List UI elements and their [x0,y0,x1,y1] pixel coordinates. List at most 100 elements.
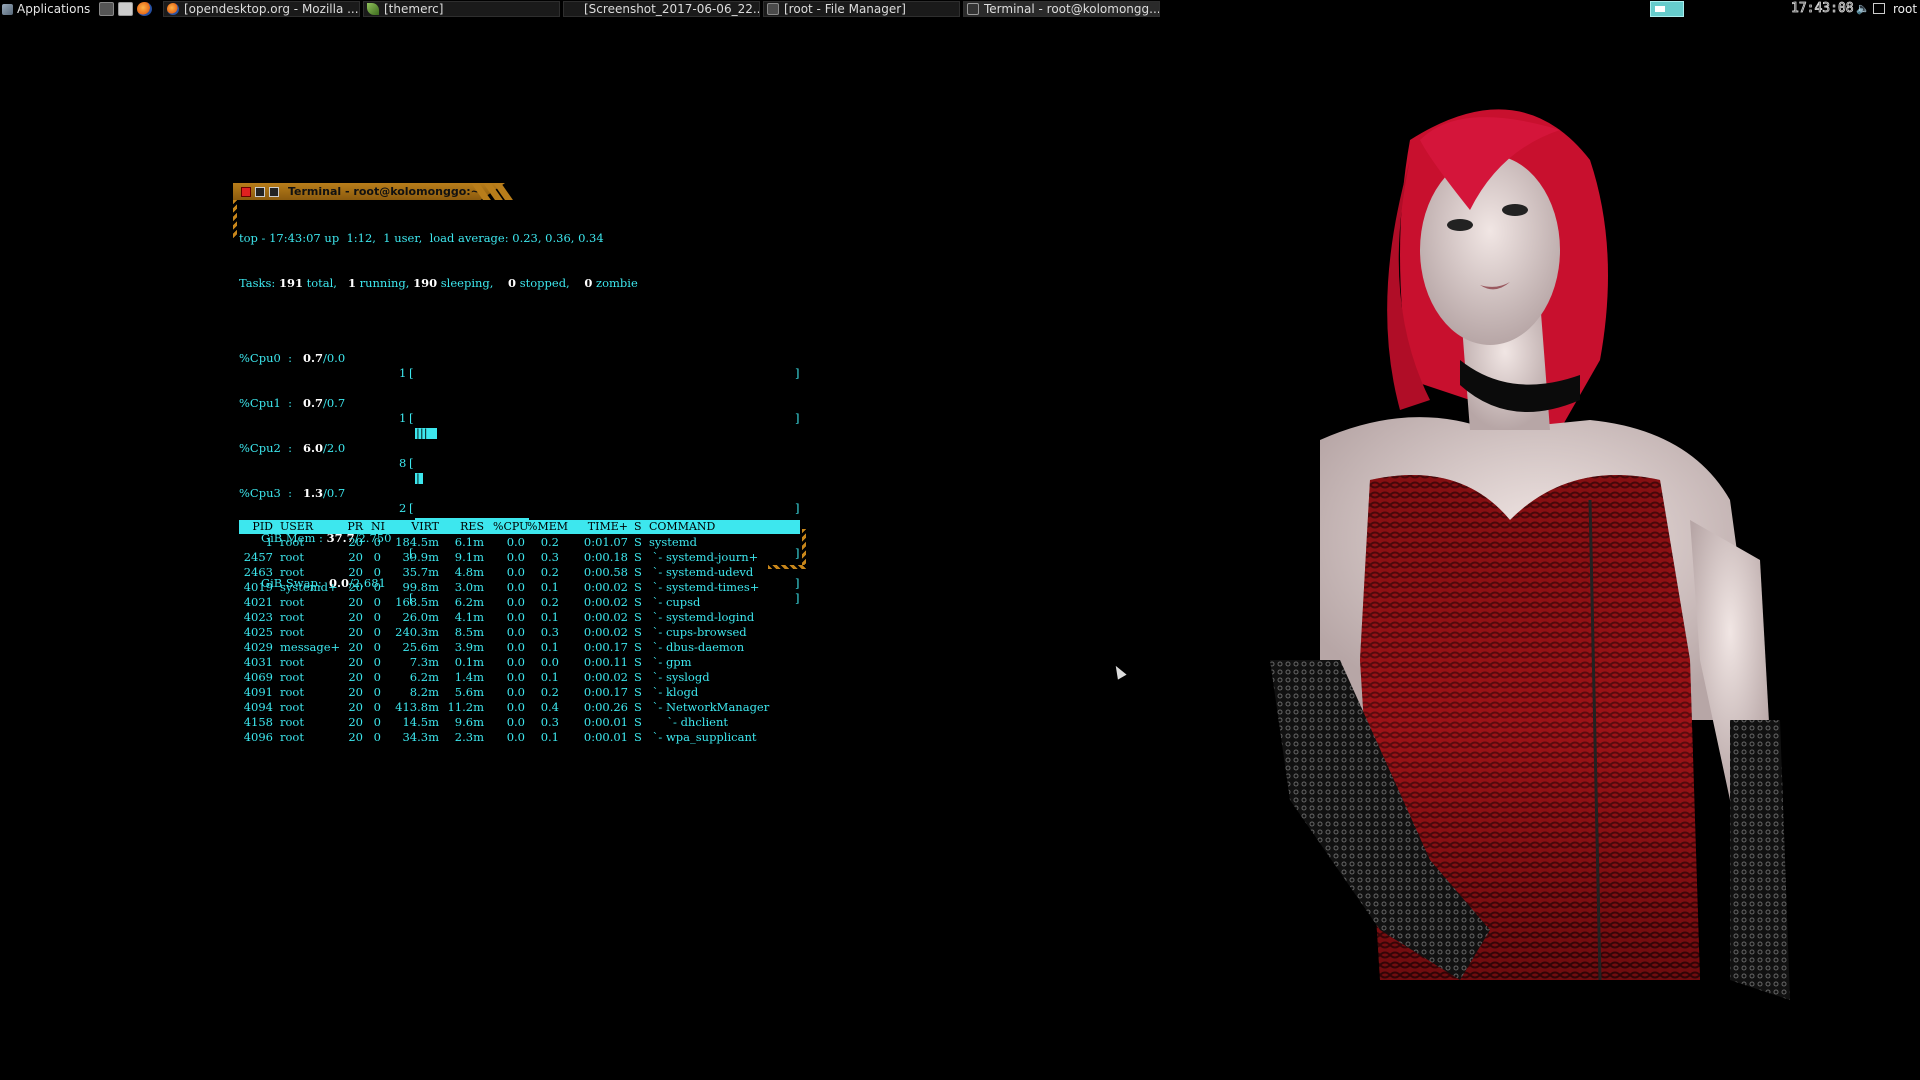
process-cmd: `- systemd-udevd [649,565,754,579]
process-virt: 7.3m [409,655,439,669]
maximize-button[interactable] [255,187,265,197]
terminal-window[interactable]: Terminal - root@kolomonggo:~ top - 17:43… [233,183,806,744]
process-user: root [280,670,304,684]
process-res: 6.2m [454,595,484,609]
process-user: root [280,565,304,579]
table-row[interactable]: 4096 root 20 0 34.3m 2.3m 0.0 0.1 0:00.01 S `- wp… [239,730,800,745]
process-cpu: 0.0 [506,610,525,624]
table-row[interactable]: 4021 root 20 0 168.5m 6.2m 0.0 0.2 0:00.02 S `- c… [239,595,800,610]
process-s: S [634,625,642,639]
table-row[interactable]: 4025 root 20 0 240.3m 8.5m 0.0 0.3 0:00.02 S `- c… [239,625,800,640]
column-header-pr: PR [347,520,363,533]
network-icon[interactable] [1873,3,1885,14]
firefox-icon[interactable] [137,2,152,16]
process-cpu: 0.0 [506,535,525,549]
table-row[interactable]: 4031 root 20 0 7.3m 0.1m 0.0 0.0 0:00.11 S `- gpm [239,655,800,670]
process-cmd: `- systemd-journ+ [649,550,759,564]
process-user: root [280,535,304,549]
process-mem: 0.1 [540,640,559,654]
volume-icon[interactable]: 🔈 [1856,2,1870,15]
process-time: 0:00.02 [583,670,628,684]
process-virt: 39.9m [402,550,439,564]
process-cmd: `- NetworkManager [649,700,770,714]
workspace-switcher[interactable] [1650,1,1684,17]
process-res: 9.6m [454,715,484,729]
process-time: 0:00.11 [583,655,628,669]
process-user: root [280,715,304,729]
process-mem: 0.0 [540,655,559,669]
process-pid: 4031 [243,655,273,669]
file-manager-icon[interactable] [118,2,133,16]
terminal-icon[interactable] [99,2,114,16]
process-mem: 0.2 [540,685,559,699]
column-header-pid: PID [252,520,273,533]
task-terminal[interactable]: Terminal - root@kolomongg... [963,1,1160,17]
task-firefox[interactable]: [opendesktop.org - Mozilla ... [163,1,360,17]
process-pr: 20 [348,655,363,669]
process-cmd: `- dbus-daemon [649,640,745,654]
process-s: S [634,715,642,729]
process-time: 0:00.26 [583,700,628,714]
task-themerc[interactable]: [themerc] [363,1,560,17]
process-mem: 0.3 [540,715,559,729]
process-cpu: 0.0 [506,730,525,744]
process-ni: 0 [373,610,381,624]
task-screenshot[interactable]: [Screenshot_2017-06-06_22... [563,1,760,17]
column-header-s: S [634,520,642,533]
mouse-pointer-icon [1111,663,1127,680]
table-row[interactable]: 4029 message+ 20 0 25.6m 3.9m 0.0 0.1 0:00.17 S `… [239,640,800,655]
process-res: 5.6m [454,685,484,699]
process-pr: 20 [348,550,363,564]
process-pr: 20 [348,670,363,684]
applications-label: Applications [17,2,91,16]
uptime-line: top - 17:43:07 up 1:12, 1 user, load ave… [239,231,604,245]
terminal-titlebar[interactable]: Terminal - root@kolomonggo:~ [233,183,505,200]
process-cmd: `- gpm [649,655,692,669]
process-mem: 0.1 [540,670,559,684]
frame-edge [233,200,237,238]
table-row[interactable]: 4158 root 20 0 14.5m 9.6m 0.0 0.3 0:00.01 S `- dh… [239,715,800,730]
process-pr: 20 [348,715,363,729]
process-user: root [280,550,304,564]
table-row[interactable]: 4019 systemd+ 20 0 99.8m 3.0m 0.0 0.1 0:00.02 S `… [239,580,800,595]
process-s: S [634,700,642,714]
process-s: S [634,595,642,609]
process-user: root [280,730,304,744]
process-cpu: 0.0 [506,580,525,594]
process-ni: 0 [373,625,381,639]
table-row[interactable]: 2457 root 20 0 39.9m 9.1m 0.0 0.3 0:00.18 S `- sy… [239,550,800,565]
process-pr: 20 [348,685,363,699]
process-res: 3.9m [454,640,484,654]
table-row[interactable]: 4094 root 20 0 413.8m 11.2m 0.0 0.4 0:00.26 S `- … [239,700,800,715]
process-virt: 184.5m [395,535,439,549]
process-pid: 4023 [243,610,273,624]
process-res: 9.1m [454,550,484,564]
process-cpu: 0.0 [506,700,525,714]
process-mem: 0.1 [540,610,559,624]
process-virt: 14.5m [402,715,439,729]
table-row[interactable]: 1 root 20 0 184.5m 6.1m 0.0 0.2 0:01.07 Ssystemd [239,535,800,550]
task-label: Terminal - root@kolomongg... [984,2,1160,16]
process-ni: 0 [373,535,381,549]
process-user: systemd+ [280,580,338,594]
screenshot-icon [567,3,579,15]
close-button[interactable] [241,187,251,197]
task-file-manager[interactable]: [root - File Manager] [763,1,960,17]
clock[interactable]: 17:43:08 [1791,1,1854,17]
task-label: [themerc] [384,2,444,16]
process-virt: 168.5m [395,595,439,609]
process-time: 0:00.01 [583,715,628,729]
process-s: S [634,580,642,594]
process-ni: 0 [373,640,381,654]
minimize-button[interactable] [269,187,279,197]
column-header-user: USER [280,520,314,533]
process-res: 4.1m [454,610,484,624]
table-row[interactable]: 4023 root 20 0 26.0m 4.1m 0.0 0.1 0:00.02 S `- sy… [239,610,800,625]
table-row[interactable]: 4091 root 20 0 8.2m 5.6m 0.0 0.2 0:00.17 S `- klo… [239,685,800,700]
table-row[interactable]: 2463 root 20 0 35.7m 4.8m 0.0 0.2 0:00.58 S `- sy… [239,565,800,580]
process-pr: 20 [348,700,363,714]
table-row[interactable]: 4069 root 20 0 6.2m 1.4m 0.0 0.1 0:00.02 S `- sys… [239,670,800,685]
user-menu[interactable]: root [1893,1,1917,17]
process-cmd: `- klogd [649,685,699,699]
applications-menu[interactable]: Applications [2,1,90,17]
